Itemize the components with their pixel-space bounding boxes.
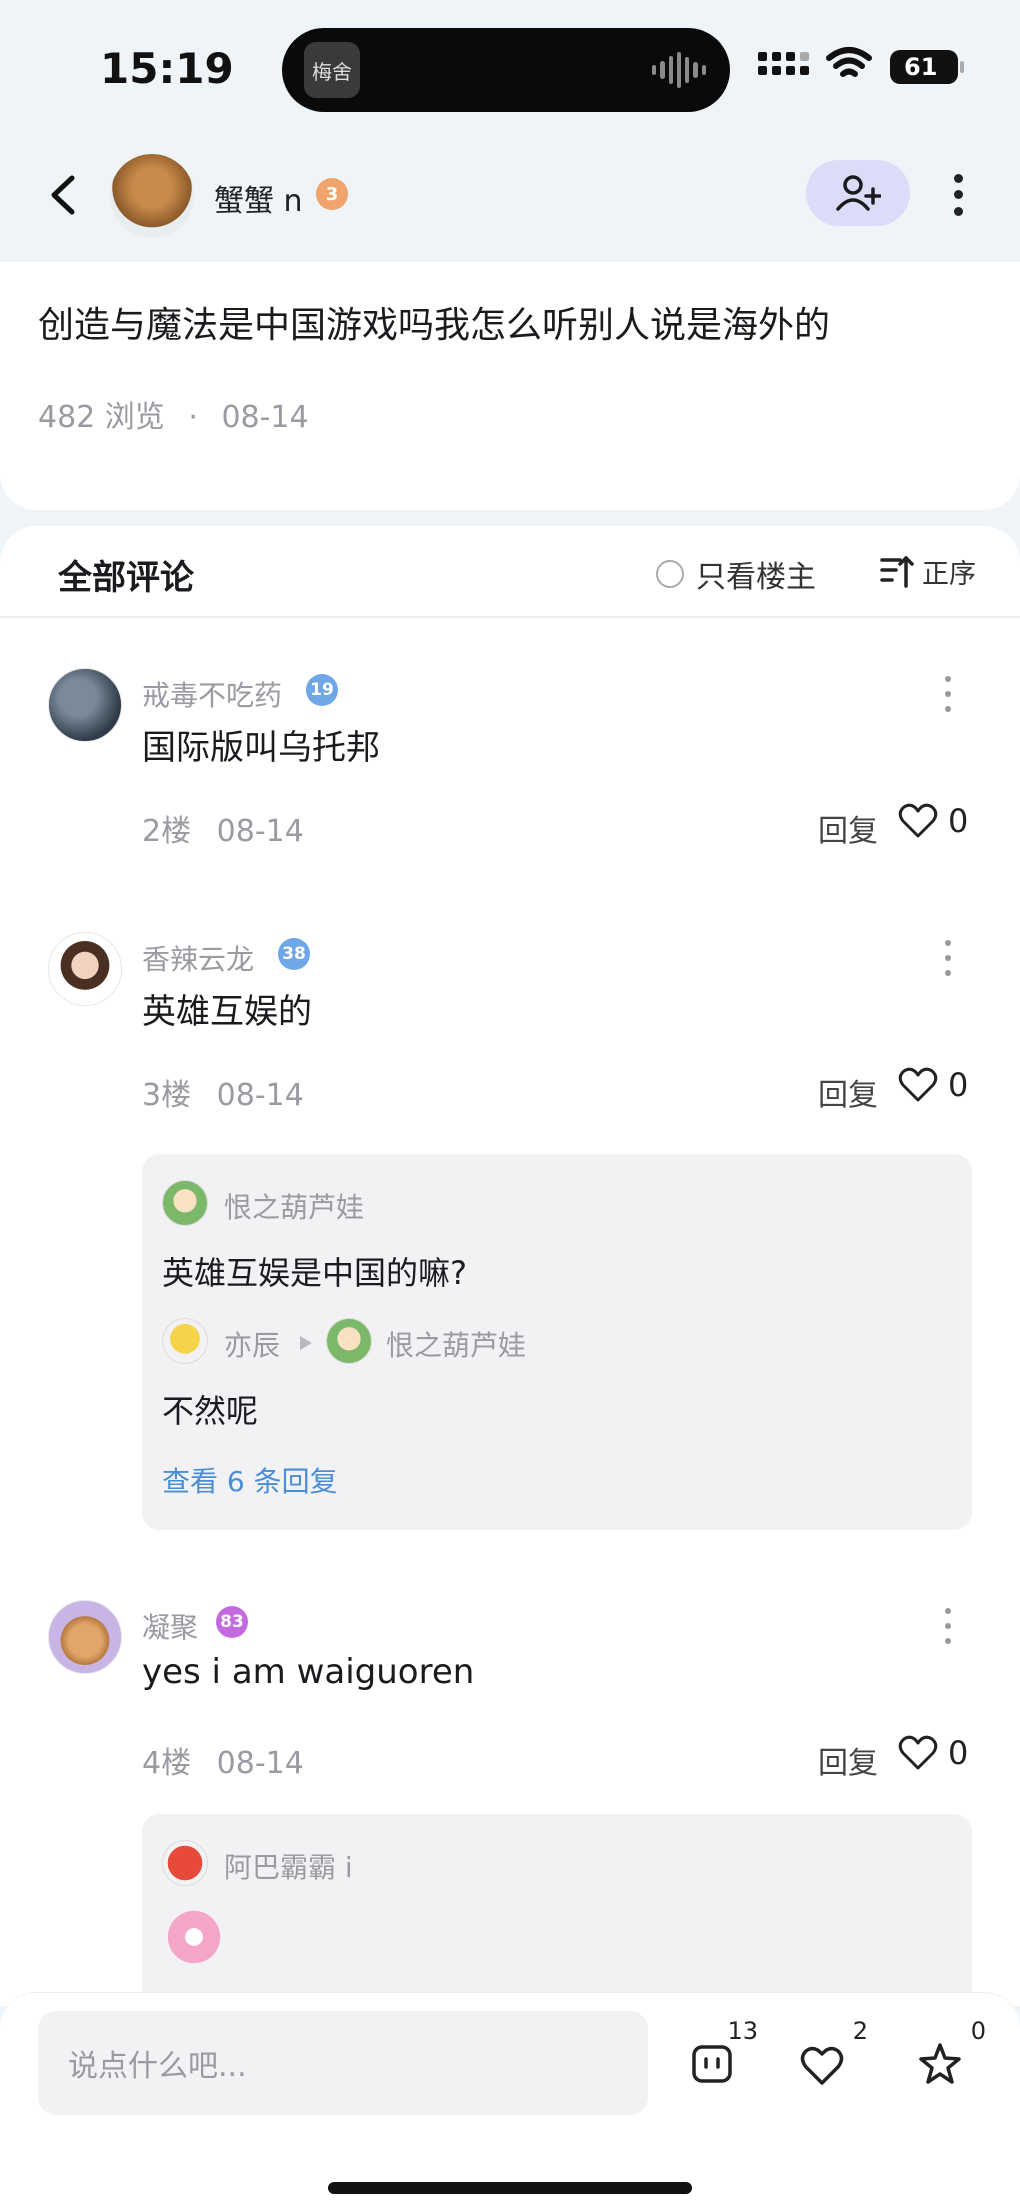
comment-meta: 4楼 08-14 xyxy=(142,1738,304,1782)
comment-count-button[interactable]: 13 xyxy=(672,2017,758,2103)
reply-author[interactable]: 恨之葫芦娃 xyxy=(224,1186,364,1226)
status-time: 15:19 xyxy=(100,44,234,93)
author-name[interactable]: 蟹蟹 n xyxy=(214,176,303,220)
cellular-signal-icon xyxy=(758,52,809,75)
sort-icon xyxy=(880,555,914,588)
battery-indicator: 61 xyxy=(890,50,964,84)
wifi-icon xyxy=(826,47,872,77)
level-badge: 83 xyxy=(216,1606,248,1638)
sort-label: 正序 xyxy=(922,559,976,590)
reply-to-name[interactable]: 恨之葫芦娃 xyxy=(386,1324,526,1364)
more-vertical-icon[interactable] xyxy=(940,1608,956,1644)
comment-item: 香辣云龙 38 英雄互娱的 3楼 08-14 回复 0 恨之葫芦娃 英雄互娱是中… xyxy=(0,932,1020,1652)
star-icon xyxy=(919,2043,961,2084)
comment-item: 凝聚 83 yes i am waiguoren 4楼 08-14 回复 0 阿… xyxy=(0,1600,1020,2006)
commenter-name[interactable]: 香辣云龙 xyxy=(142,938,254,978)
reply-button[interactable]: 回复 xyxy=(818,1070,878,1114)
more-vertical-icon[interactable] xyxy=(944,170,972,220)
only-owner-toggle[interactable]: 只看楼主 xyxy=(656,552,816,596)
radio-icon xyxy=(656,560,684,588)
post-card: 创造与魔法是中国游戏吗我怎么听别人说是海外的 482 浏览 · 08-14 xyxy=(0,262,1020,510)
audio-wave-icon xyxy=(652,52,706,88)
post-title: 创造与魔法是中国游戏吗我怎么听别人说是海外的 xyxy=(38,305,831,346)
bottom-bar: 说点什么吧... 13 2 0 xyxy=(0,1992,1020,2211)
add-friend-icon xyxy=(836,175,881,211)
like-count: 2 xyxy=(852,2017,868,2045)
post-meta: 482 浏览 · 08-14 xyxy=(38,400,309,435)
comment-meta: 2楼 08-14 xyxy=(142,806,304,850)
commenter-name[interactable]: 凝聚 xyxy=(142,1606,198,1646)
reply-text[interactable]: 不然呢 xyxy=(162,1386,258,1432)
sticker-image xyxy=(166,1910,222,1970)
reply-to-arrow-icon xyxy=(300,1336,312,1350)
like-button[interactable]: 0 xyxy=(898,1066,968,1104)
comment-floor: 4楼 xyxy=(142,1746,192,1781)
comments-section: 全部评论 只看楼主 正序 戒毒不吃药 19 国际版叫乌托邦 2楼 08-14 回… xyxy=(0,526,1020,2006)
follow-button[interactable] xyxy=(806,160,910,226)
comment-count: 13 xyxy=(727,2017,758,2045)
home-indicator xyxy=(328,2182,692,2194)
comment-text: 英雄互娱的 xyxy=(142,992,312,1032)
level-badge: 19 xyxy=(306,674,338,706)
comment-floor: 3楼 xyxy=(142,1078,192,1113)
comment-date: 08-14 xyxy=(216,814,304,849)
level-badge: 38 xyxy=(278,938,310,970)
comment-text: yes i am waiguoren xyxy=(142,1652,475,1692)
heart-icon xyxy=(898,1067,938,1102)
author-level-badge: 3 xyxy=(316,178,348,210)
top-nav: 蟹蟹 n 3 xyxy=(0,140,1020,264)
author-avatar[interactable] xyxy=(110,154,194,238)
more-vertical-icon[interactable] xyxy=(940,676,956,712)
star-count: 0 xyxy=(970,2017,986,2045)
reply-button[interactable]: 回复 xyxy=(818,1738,878,1782)
view-more-replies-link[interactable]: 查看 6 条回复 xyxy=(162,1460,338,1500)
post-date: 08-14 xyxy=(221,400,309,435)
reply-author[interactable]: 亦辰 xyxy=(224,1324,280,1364)
comment-floor: 2楼 xyxy=(142,814,192,849)
sort-button[interactable]: 正序 xyxy=(880,552,976,591)
avatar[interactable] xyxy=(162,1180,208,1226)
like-button[interactable]: 0 xyxy=(898,802,968,840)
dynamic-island: 梅舍 xyxy=(282,28,730,112)
avatar[interactable] xyxy=(48,1600,122,1674)
post-views: 482 浏览 xyxy=(38,400,165,435)
comment-item: 戒毒不吃药 19 国际版叫乌托邦 2楼 08-14 回复 0 xyxy=(0,668,1020,868)
comment-input[interactable]: 说点什么吧... xyxy=(38,2011,648,2115)
comments-header: 全部评论 只看楼主 正序 xyxy=(0,526,1020,618)
avatar[interactable] xyxy=(162,1318,208,1364)
like-post-button[interactable]: 2 xyxy=(782,2017,868,2103)
heart-icon xyxy=(800,2046,844,2085)
comment-date: 08-14 xyxy=(216,1078,304,1113)
back-arrow-icon[interactable] xyxy=(40,170,90,220)
heart-icon xyxy=(898,1735,938,1770)
comments-title: 全部评论 xyxy=(58,558,194,598)
comment-text: 国际版叫乌托邦 xyxy=(142,728,380,768)
reply-author[interactable]: 阿巴霸霸 i xyxy=(224,1846,353,1886)
commenter-name[interactable]: 戒毒不吃药 xyxy=(142,674,282,714)
reply-thread: 恨之葫芦娃 英雄互娱是中国的嘛? 亦辰 恨之葫芦娃 不然呢 查看 6 条回复 xyxy=(142,1154,972,1530)
avatar[interactable] xyxy=(326,1318,372,1364)
reply-text[interactable]: 英雄互娱是中国的嘛? xyxy=(162,1248,467,1294)
more-vertical-icon[interactable] xyxy=(940,940,956,976)
reply-thread: 阿巴霸霸 i xyxy=(142,1814,972,2006)
only-owner-label: 只看楼主 xyxy=(696,560,816,595)
island-app-icon: 梅舍 xyxy=(304,42,360,98)
like-button[interactable]: 0 xyxy=(898,1734,968,1772)
like-count: 0 xyxy=(948,802,969,840)
like-count: 0 xyxy=(948,1066,969,1104)
reply-button[interactable]: 回复 xyxy=(818,806,878,850)
comment-meta: 3楼 08-14 xyxy=(142,1070,304,1114)
comment-date: 08-14 xyxy=(216,1746,304,1781)
avatar[interactable] xyxy=(48,932,122,1006)
avatar[interactable] xyxy=(48,668,122,742)
avatar[interactable] xyxy=(162,1840,208,1886)
status-bar: 15:19 梅舍 61 xyxy=(0,0,1020,140)
favorite-button[interactable]: 0 xyxy=(900,2017,986,2103)
like-count: 0 xyxy=(948,1734,969,1772)
heart-icon xyxy=(898,803,938,838)
